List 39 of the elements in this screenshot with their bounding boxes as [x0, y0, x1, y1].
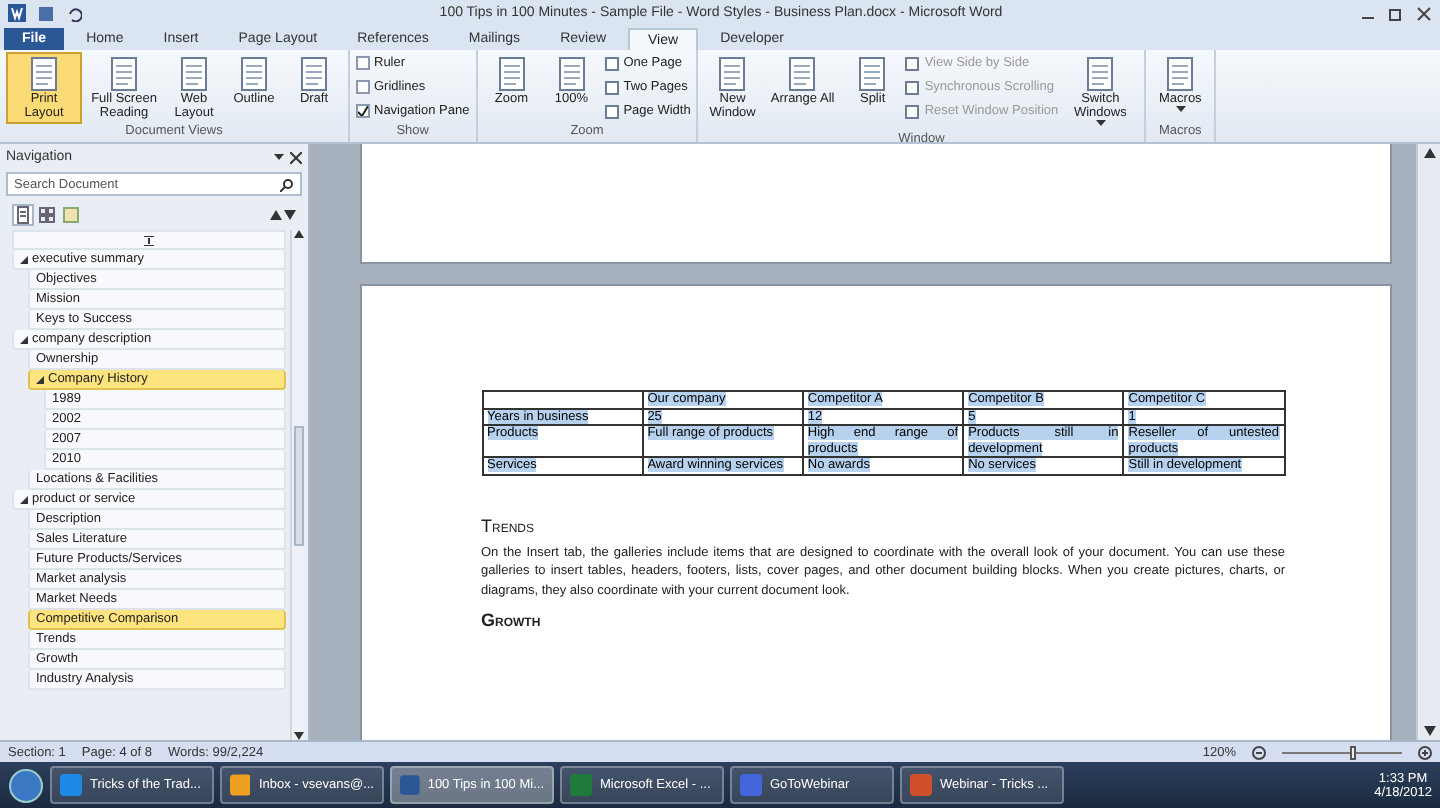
- results-icon: [62, 205, 80, 223]
- app-icon: [400, 774, 420, 796]
- app-icon: [570, 774, 592, 796]
- section-heading: Growth: [481, 610, 543, 630]
- caret-icon: [1095, 120, 1106, 128]
- undo-icon: [66, 5, 82, 21]
- headings-icon: [16, 205, 30, 223]
- app-icon: [910, 774, 932, 796]
- scrollbar[interactable]: [290, 230, 304, 740]
- slider-thumb[interactable]: [1350, 745, 1356, 759]
- app-icon: [60, 774, 82, 796]
- close-icon: [1416, 5, 1432, 21]
- caret-icon: [1175, 106, 1186, 114]
- navigation-tab[interactable]: [36, 203, 58, 225]
- down-triangle-icon: [293, 732, 303, 740]
- app-icon: [230, 774, 251, 796]
- section-heading: Trends: [481, 515, 537, 535]
- expanded-triangle-icon: [36, 375, 44, 383]
- up-triangle-icon: [293, 230, 303, 238]
- scrollbar[interactable]: [1416, 144, 1440, 740]
- caret-icon: [274, 153, 284, 161]
- thumbnails-icon: [38, 205, 56, 223]
- restore-icon: [1388, 5, 1404, 21]
- down-triangle-icon: [284, 209, 296, 219]
- app-icon: [740, 774, 762, 796]
- expanded-triangle-icon: [20, 255, 28, 263]
- search-icon: [280, 177, 294, 191]
- up-triangle-icon: [1423, 148, 1435, 158]
- navigation-tab[interactable]: [12, 203, 34, 225]
- expanded-triangle-icon: [20, 495, 28, 503]
- check-icon: [358, 106, 368, 116]
- start-orb-icon: [8, 767, 44, 803]
- expanded-triangle-icon: [20, 335, 28, 343]
- close-icon: [290, 151, 302, 163]
- word-logo-icon: [8, 4, 26, 22]
- down-triangle-icon: [1423, 726, 1435, 736]
- collapse-icon: [144, 235, 154, 245]
- zoom-in-icon: [1418, 745, 1432, 759]
- zoom-out-icon: [1252, 745, 1266, 759]
